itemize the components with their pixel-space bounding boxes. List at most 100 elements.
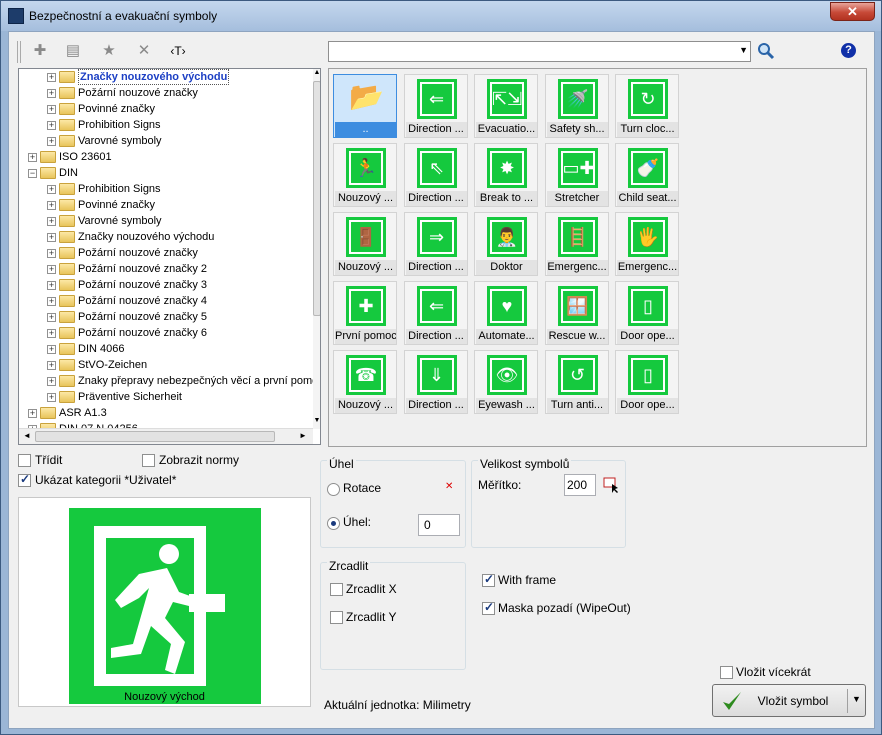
expand-icon[interactable]: + — [47, 121, 56, 130]
symbol-tile[interactable]: ▯ Door ope... — [615, 281, 679, 345]
show-category-checkbox[interactable] — [18, 472, 31, 487]
chevron-down-icon[interactable]: ▼ — [739, 45, 748, 55]
mirror-y-checkbox[interactable] — [330, 611, 343, 624]
wipeout-checkbox[interactable] — [482, 600, 495, 615]
symbol-tile[interactable]: ⇖ Direction ... — [403, 143, 468, 207]
expand-icon[interactable]: + — [47, 377, 56, 386]
symbol-tile[interactable]: ⇱⇲ Evacuatio... — [474, 74, 538, 138]
show-norms-checkbox[interactable] — [142, 454, 155, 467]
scroll-left-arrow[interactable]: ◄ — [23, 431, 31, 440]
close-button[interactable]: ✕ — [830, 2, 875, 21]
symbol-tile[interactable]: ▯ Door ope... — [615, 350, 679, 414]
symbol-tile[interactable]: 📂.. — [333, 74, 397, 138]
symbol-tile[interactable]: ⇓ Direction ... — [403, 350, 468, 414]
tree-item[interactable]: + Povinné značky — [19, 197, 313, 213]
symbol-tile[interactable]: 👁 Eyewash ... — [474, 350, 538, 414]
with-frame-checkbox[interactable] — [482, 572, 495, 587]
symbol-tile[interactable]: ▭✚ Stretcher — [544, 143, 609, 207]
expand-icon[interactable]: + — [47, 297, 56, 306]
tree-item[interactable]: + Varovné symboly — [19, 133, 313, 149]
symbol-tile[interactable]: ⇐ Direction ... — [403, 74, 468, 138]
tree-item[interactable]: + ISO 23601 — [19, 149, 313, 165]
category-tree[interactable]: + Značky nouzového východu + Požární nouzov… — [18, 68, 321, 445]
tree-item[interactable]: + Prohibition Signs — [19, 181, 313, 197]
dropdown-arrow-icon[interactable]: ▼ — [852, 694, 861, 704]
insert-symbol-button[interactable]: Vložit symbol ▼ — [712, 684, 866, 717]
expand-icon[interactable]: + — [47, 329, 56, 338]
expand-icon[interactable]: + — [47, 89, 56, 98]
scroll-thumb[interactable] — [313, 81, 320, 316]
symbol-tile[interactable]: 🏃 Nouzový ... — [333, 143, 397, 207]
symbol-tile[interactable]: ♥ Automate... — [474, 281, 538, 345]
tree-item[interactable]: + Povinné značky — [19, 101, 313, 117]
symbol-tile[interactable]: ↻ Turn cloc... — [615, 74, 679, 138]
scroll-right-arrow[interactable]: ► — [299, 431, 307, 440]
tree-item[interactable]: + Prohibition Signs — [19, 117, 313, 133]
properties-icon[interactable]: ▤ — [62, 41, 84, 61]
symbol-tile[interactable]: 🍼 Child seat... — [615, 143, 679, 207]
expand-icon[interactable]: + — [47, 105, 56, 114]
angle-input[interactable]: 0 — [418, 514, 460, 536]
scroll-down-arrow[interactable]: ▼ — [313, 417, 320, 427]
tree-item[interactable]: + Präventive Sicherheit — [19, 389, 313, 405]
scroll-thumb-horizontal[interactable] — [35, 431, 275, 442]
symbol-tile[interactable]: 🪜 Emergenc... — [544, 212, 609, 276]
expand-icon[interactable]: + — [47, 313, 56, 322]
tree-item[interactable]: + Požární nouzové značky 5 — [19, 309, 313, 325]
text-tool-icon[interactable]: ‹T› — [167, 41, 189, 61]
symbol-tile[interactable]: ⇐ Direction ... — [403, 281, 468, 345]
tree-item[interactable]: + Požární nouzové značky — [19, 85, 313, 101]
expand-icon[interactable]: + — [47, 217, 56, 226]
tree-item[interactable]: + Požární nouzové značky 2 — [19, 261, 313, 277]
tree-item[interactable]: + StVO-Zeichen — [19, 357, 313, 373]
mirror-x-checkbox[interactable] — [330, 583, 343, 596]
rotation-pick-icon[interactable]: ✕ — [445, 481, 453, 492]
symbol-tile[interactable]: 👨‍⚕️ Doktor — [474, 212, 538, 276]
expand-icon[interactable]: + — [47, 281, 56, 290]
tree-item[interactable]: + Požární nouzové značky — [19, 245, 313, 261]
tree-horizontal-scrollbar[interactable]: ◄ ► — [19, 428, 313, 444]
symbol-tile[interactable]: 🪟 Rescue w... — [544, 281, 609, 345]
symbol-tile[interactable]: 🚿 Safety sh... — [544, 74, 609, 138]
scroll-up-arrow[interactable]: ▲ — [313, 69, 320, 79]
expand-icon[interactable]: + — [28, 409, 37, 418]
search-icon[interactable] — [756, 41, 776, 61]
symbol-tile[interactable]: 🖐 Emergenc... — [615, 212, 679, 276]
tree-vertical-scrollbar[interactable]: ▲ ▼ — [313, 69, 320, 429]
insert-multiple-checkbox[interactable] — [720, 666, 733, 679]
tree-item[interactable]: + Znaky přepravy nebezpečných věcí a prvn… — [19, 373, 320, 389]
tree-item[interactable]: + Značky nouzového východu — [19, 229, 313, 245]
symbol-tile[interactable]: ✸ Break to ... — [474, 143, 538, 207]
expand-icon[interactable]: + — [47, 73, 56, 82]
symbol-tile[interactable]: 🚪 Nouzový ... — [333, 212, 397, 276]
expand-icon[interactable]: + — [47, 249, 56, 258]
expand-icon[interactable]: + — [47, 137, 56, 146]
symbol-tile[interactable]: ⇒ Direction ... — [403, 212, 468, 276]
expand-icon[interactable]: + — [47, 201, 56, 210]
scale-input[interactable]: 200 — [564, 474, 596, 496]
search-combobox[interactable]: ▼ — [328, 41, 751, 62]
help-icon[interactable]: ? — [841, 43, 856, 58]
tree-item[interactable]: + Požární nouzové značky 6 — [19, 325, 313, 341]
tree-item[interactable]: + DIN 4066 — [19, 341, 313, 357]
sort-checkbox[interactable] — [18, 454, 31, 467]
tree-item[interactable]: + ASR A1.3 — [19, 405, 313, 421]
symbol-tile[interactable]: ↺ Turn anti... — [544, 350, 609, 414]
expand-icon[interactable]: + — [47, 233, 56, 242]
expand-icon[interactable]: + — [47, 265, 56, 274]
expand-icon[interactable]: + — [47, 345, 56, 354]
delete-icon[interactable]: ✕ — [133, 41, 155, 61]
expand-icon[interactable]: + — [47, 393, 56, 402]
toolbar-grip[interactable] — [17, 41, 21, 63]
collapse-icon[interactable]: − — [28, 169, 37, 178]
expand-icon[interactable]: + — [47, 185, 56, 194]
expand-icon[interactable]: + — [47, 361, 56, 370]
tree-item[interactable]: + Varovné symboly — [19, 213, 313, 229]
tree-item[interactable]: + Požární nouzové značky 4 — [19, 293, 313, 309]
add-icon[interactable]: ✚ — [29, 41, 51, 61]
pick-scale-icon[interactable] — [603, 476, 621, 494]
angle-radio[interactable] — [327, 517, 340, 530]
tree-item[interactable]: + Požární nouzové značky 3 — [19, 277, 313, 293]
rotation-radio[interactable] — [327, 483, 340, 496]
favorite-icon[interactable]: ★ — [98, 41, 120, 61]
